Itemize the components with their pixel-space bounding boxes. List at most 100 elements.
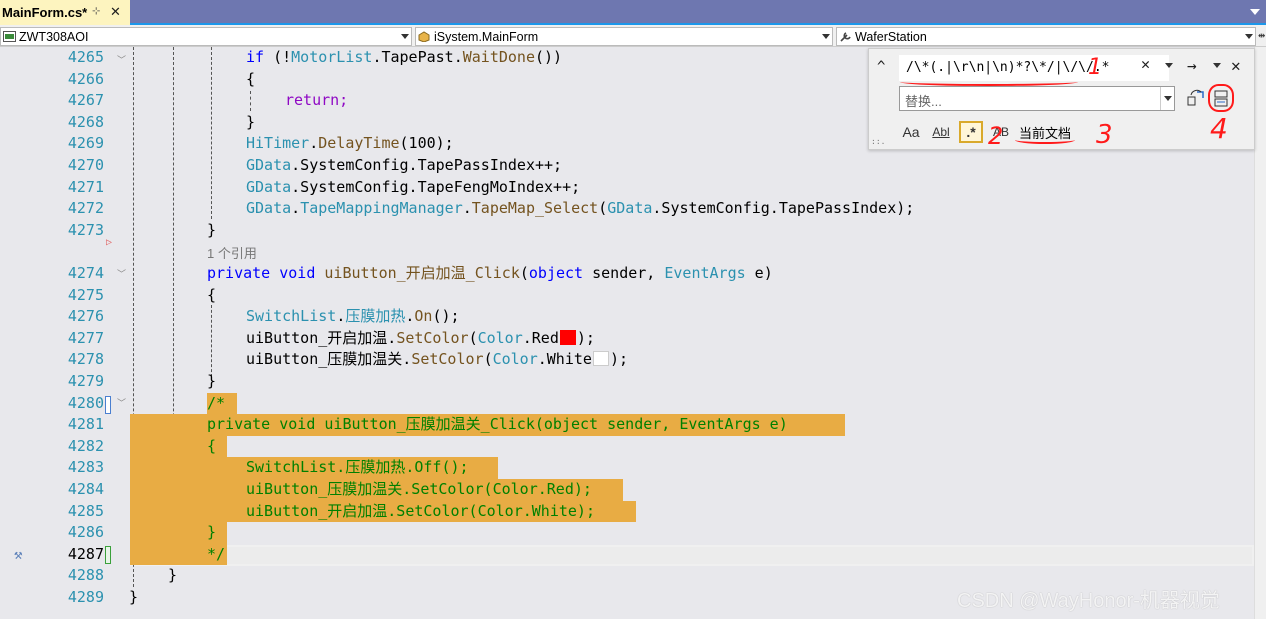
line-code-match: */ [207, 544, 226, 563]
line-number: 4267 [67, 91, 104, 110]
line-number: 4281 [67, 415, 104, 434]
line-code-match: SwitchList.压膜加热.Off(); [246, 458, 469, 477]
line-code-match: private void uiButton_压膜加温关_Click(object… [207, 415, 788, 434]
line-code: } [207, 220, 217, 239]
chevron-down-icon [822, 34, 830, 39]
line-code: { [246, 69, 256, 88]
navigation-bar: ZWT308AOI iSystem.MainForm WaferStation … [0, 25, 1266, 47]
line-number: 4273 [67, 220, 104, 239]
project-name: ZWT308AOI [19, 29, 89, 44]
line-number: 4268 [67, 112, 104, 131]
replace-next-icon[interactable] [1187, 89, 1205, 107]
vertical-scrollbar[interactable] [1254, 47, 1266, 619]
code-line: 4270 GData.SystemConfig.TapePassIndex++; [0, 155, 1254, 177]
line-number: 4282 [67, 436, 104, 455]
line-number: 4270 [67, 156, 104, 174]
tab-strip-background [130, 0, 1266, 23]
code-line: 4285 uiButton_开启加温.SetColor(Color.White)… [0, 500, 1254, 523]
find-replace-widget: ^ /\*(.|\r\n|\n)*?\*/|\/\/.* ✕ → ✕ 替换...… [868, 48, 1255, 150]
code-line: 4283 SwitchList.压膜加热.Off(); [0, 457, 1254, 479]
line-code: HiTimer.DelayTime(100); [246, 134, 454, 153]
line-code-match: } [207, 523, 217, 542]
find-options-dropdown-icon[interactable] [1213, 63, 1221, 68]
code-line: 4278 uiButton_压膜加温关.SetColor(Color.White… [0, 349, 1254, 371]
color-swatch-red [559, 329, 576, 345]
line-number: 4272 [67, 199, 104, 218]
code-line: 4284 uiButton_压膜加温关.SetColor(Color.Red); [0, 479, 1254, 501]
line-number: 4276 [67, 307, 104, 326]
clear-search-icon[interactable]: ✕ [1141, 55, 1150, 73]
code-line: 4281 private void uiButton_压膜加温关_Click(o… [0, 414, 1254, 436]
annotation-underline-1 [900, 78, 1078, 86]
line-number: 4279 [67, 372, 104, 390]
line-number: 4265 [67, 48, 104, 66]
codelens-references[interactable]: 1 个引用 [207, 243, 257, 262]
line-number: 4266 [67, 69, 104, 88]
replace-history-dropdown-icon[interactable] [1160, 87, 1174, 110]
collapse-replace-toggle-icon[interactable]: ^ [877, 59, 885, 75]
member-dropdown[interactable]: WaferStation [836, 27, 1256, 46]
line-number: 4287 [67, 544, 104, 563]
chevron-down-icon [1245, 34, 1253, 39]
line-number: 4280 [67, 393, 104, 412]
annotation-number-3: 3 [1096, 120, 1113, 150]
code-line: 4275 { [0, 285, 1254, 307]
document-tab-strip: MainForm.cs* ⊹ ✕ [0, 0, 1266, 25]
code-line-current: 4287 */ [0, 543, 1254, 566]
line-code: } [207, 372, 217, 390]
close-tab-icon[interactable]: ✕ [110, 4, 121, 20]
annotation-number-2: 2 [988, 122, 1004, 150]
code-line: 4280 /* [0, 392, 1254, 415]
line-code-match: uiButton_开启加温.SetColor(Color.White); [246, 501, 595, 520]
replace-input[interactable]: 替换... [899, 86, 1175, 111]
annotation-number-4: 4 [1210, 112, 1228, 145]
code-line: 4273 } [0, 220, 1254, 242]
line-number: 4288 [67, 566, 104, 585]
line-number: 4275 [67, 285, 104, 304]
line-number: 4274 [67, 264, 104, 282]
close-find-icon[interactable]: ✕ [1231, 56, 1241, 75]
line-code: SwitchList.压膜加热.On(); [246, 307, 460, 326]
replace-placeholder: 替换... [905, 94, 942, 109]
line-code: GData.SystemConfig.TapeFengMoIndex++; [246, 177, 581, 196]
line-code-match: { [207, 436, 217, 455]
line-code-match: /* [207, 392, 238, 415]
class-icon [418, 31, 430, 42]
line-number: 4285 [67, 501, 104, 520]
line-number: 4283 [67, 458, 104, 477]
resize-grip[interactable]: ::. [871, 137, 885, 146]
regex-toggle[interactable]: .* [959, 121, 983, 143]
line-code: uiButton_压膜加温关.SetColor(Color.White); [246, 350, 628, 369]
tab-overflow-icon[interactable] [1250, 9, 1260, 15]
project-dropdown[interactable]: ZWT308AOI [0, 27, 412, 46]
split-icon[interactable]: ⇹ [1258, 28, 1265, 42]
code-line: 4286 } [0, 522, 1254, 544]
line-number: 4278 [67, 350, 104, 369]
color-swatch-white [592, 351, 609, 367]
line-code: if (!MotorList.TapePast.WaitDone()) [246, 48, 563, 66]
match-case-toggle[interactable]: Aa [899, 121, 923, 143]
line-code: { [207, 285, 217, 304]
line-number: 4271 [67, 177, 104, 196]
whole-word-toggle[interactable]: Abl [929, 121, 953, 143]
find-next-icon[interactable]: → [1187, 56, 1197, 75]
search-history-dropdown-icon[interactable] [1165, 63, 1173, 68]
class-dropdown[interactable]: iSystem.MainForm [415, 27, 833, 46]
line-number: 4269 [67, 134, 104, 153]
line-number: 4277 [67, 328, 104, 347]
line-code: GData.TapeMappingManager.TapeMap_Select(… [246, 199, 915, 218]
class-name: iSystem.MainForm [434, 29, 539, 44]
tab-title: MainForm.cs* [2, 5, 88, 20]
tab-mainform[interactable]: MainForm.cs* ⊹ ✕ [0, 0, 130, 25]
line-code: } [129, 588, 139, 606]
pin-icon[interactable]: ⊹ [92, 6, 100, 17]
code-line: 4276 SwitchList.压膜加热.On(); [0, 306, 1254, 328]
line-code: uiButton_开启加温.SetColor(Color.Red); [246, 328, 595, 347]
member-name: WaferStation [855, 29, 927, 44]
code-line: 4277 uiButton_开启加温.SetColor(Color.Red); [0, 328, 1254, 350]
csdn-watermark: CSDN @WayHonor-机器视觉 [957, 590, 1220, 612]
line-number: 4289 [67, 588, 104, 606]
code-line: 4279 } [0, 371, 1254, 393]
line-code: } [168, 566, 178, 585]
code-line: 4282 { [0, 435, 1254, 458]
